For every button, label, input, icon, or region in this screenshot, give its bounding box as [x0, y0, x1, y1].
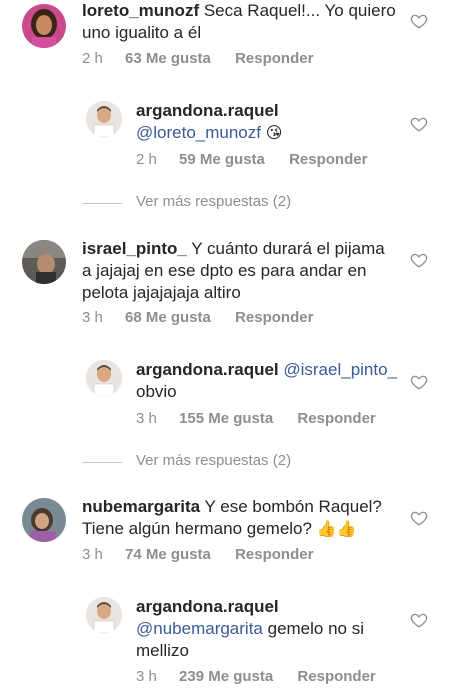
comment-time: 3 h — [82, 546, 103, 563]
avatar-argandona-raquel[interactable] — [86, 101, 122, 137]
reply-time: 3 h — [136, 668, 157, 685]
likes-count[interactable]: 59 Me gusta — [179, 151, 265, 168]
comment-meta: 2 h 63 Me gusta Responder — [82, 50, 313, 67]
avatar-nubemargarita[interactable] — [22, 498, 66, 542]
comment-meta: 3 h 74 Me gusta Responder — [82, 546, 313, 563]
comment-text: nubemargarita Y ese bombón Raquel? Tiene… — [82, 496, 412, 541]
woman-avatar-icon — [22, 498, 66, 542]
man-avatar-icon — [86, 101, 122, 137]
reply-text: argandona.raquel @nubemargarita gemelo n… — [136, 596, 411, 662]
reply-body: obvio — [136, 382, 177, 401]
reply-body: mellizo — [136, 641, 189, 660]
comment-body: Y ese bombón Raquel? — [200, 497, 382, 516]
reply-body: gemelo no si — [262, 619, 365, 638]
comment-body: uno igualito a él — [82, 23, 202, 42]
reply-username[interactable]: argandona.raquel — [136, 101, 279, 120]
reply-button[interactable]: Responder — [235, 309, 313, 326]
likes-count[interactable]: 239 Me gusta — [179, 668, 273, 685]
reply-time: 2 h — [136, 151, 157, 168]
comment-body: Seca Raquel!... Yo quiero — [199, 1, 396, 20]
likes-count[interactable]: 74 Me gusta — [125, 546, 211, 563]
man-car-avatar-icon — [22, 240, 66, 284]
reply-button[interactable]: Responder — [235, 50, 313, 67]
avatar-loreto-munozf[interactable] — [22, 4, 66, 48]
comment-username[interactable]: nubemargarita — [82, 497, 200, 516]
kiss-emoji: 😘 — [265, 125, 283, 142]
like-heart-icon[interactable] — [410, 509, 428, 527]
mention-link[interactable]: @nubemargarita — [136, 619, 263, 638]
reply-meta: 3 h 155 Me gusta Responder — [136, 410, 376, 427]
avatar-argandona-raquel[interactable] — [86, 597, 122, 633]
thumbs-up-emoji: 👍👍 — [316, 521, 357, 538]
comment-text: loreto_munozf Seca Raquel!... Yo quiero … — [82, 0, 412, 44]
likes-count[interactable]: 63 Me gusta — [125, 50, 211, 67]
comment-body: pelota jajajajaja altiro — [82, 283, 241, 302]
comment-body: a jajajaj en ese dpto es para andar en — [82, 261, 367, 280]
divider — [82, 203, 122, 204]
reply-button[interactable]: Responder — [235, 546, 313, 563]
comment-body: Tiene algún hermano gemelo? — [82, 519, 317, 538]
reply-meta: 2 h 59 Me gusta Responder — [136, 151, 367, 168]
view-more-label[interactable]: Ver más respuestas (2) — [136, 452, 291, 469]
likes-count[interactable]: 68 Me gusta — [125, 309, 211, 326]
like-heart-icon[interactable] — [410, 373, 428, 391]
mention-link[interactable]: @loreto_munozf — [136, 123, 261, 142]
like-heart-icon[interactable] — [410, 251, 428, 269]
avatar-argandona-raquel[interactable] — [86, 360, 122, 396]
comment-time: 3 h — [82, 309, 103, 326]
reply-meta: 3 h 239 Me gusta Responder — [136, 668, 376, 685]
man-avatar-icon — [86, 360, 122, 396]
likes-count[interactable]: 155 Me gusta — [179, 410, 273, 427]
avatar-israel-pinto[interactable] — [22, 240, 66, 284]
reply-button[interactable]: Responder — [297, 410, 375, 427]
reply-text: argandona.raquel @israel_pinto_ obvio — [136, 359, 411, 403]
comment-text: israel_pinto_ Y cuánto durará el pijama … — [82, 238, 412, 304]
woman-avatar-icon — [22, 4, 66, 48]
reply-username[interactable]: argandona.raquel — [136, 360, 279, 379]
reply-time: 3 h — [136, 410, 157, 427]
comment-time: 2 h — [82, 50, 103, 67]
reply-button[interactable]: Responder — [289, 151, 367, 168]
reply-button[interactable]: Responder — [297, 668, 375, 685]
comment-body: Y cuánto durará el pijama — [186, 239, 385, 258]
mention-link[interactable]: @israel_pinto_ — [279, 360, 397, 379]
comment-meta: 3 h 68 Me gusta Responder — [82, 309, 313, 326]
comment-username[interactable]: loreto_munozf — [82, 1, 199, 20]
reply-username[interactable]: argandona.raquel — [136, 597, 279, 616]
like-heart-icon[interactable] — [410, 12, 428, 30]
comment-username[interactable]: israel_pinto_ — [82, 239, 187, 258]
like-heart-icon[interactable] — [410, 611, 428, 629]
reply-text: argandona.raquel @loreto_munozf 😘 — [136, 100, 411, 145]
divider — [82, 462, 122, 463]
man-avatar-icon — [86, 597, 122, 633]
like-heart-icon[interactable] — [410, 115, 428, 133]
view-more-label[interactable]: Ver más respuestas (2) — [136, 193, 291, 210]
